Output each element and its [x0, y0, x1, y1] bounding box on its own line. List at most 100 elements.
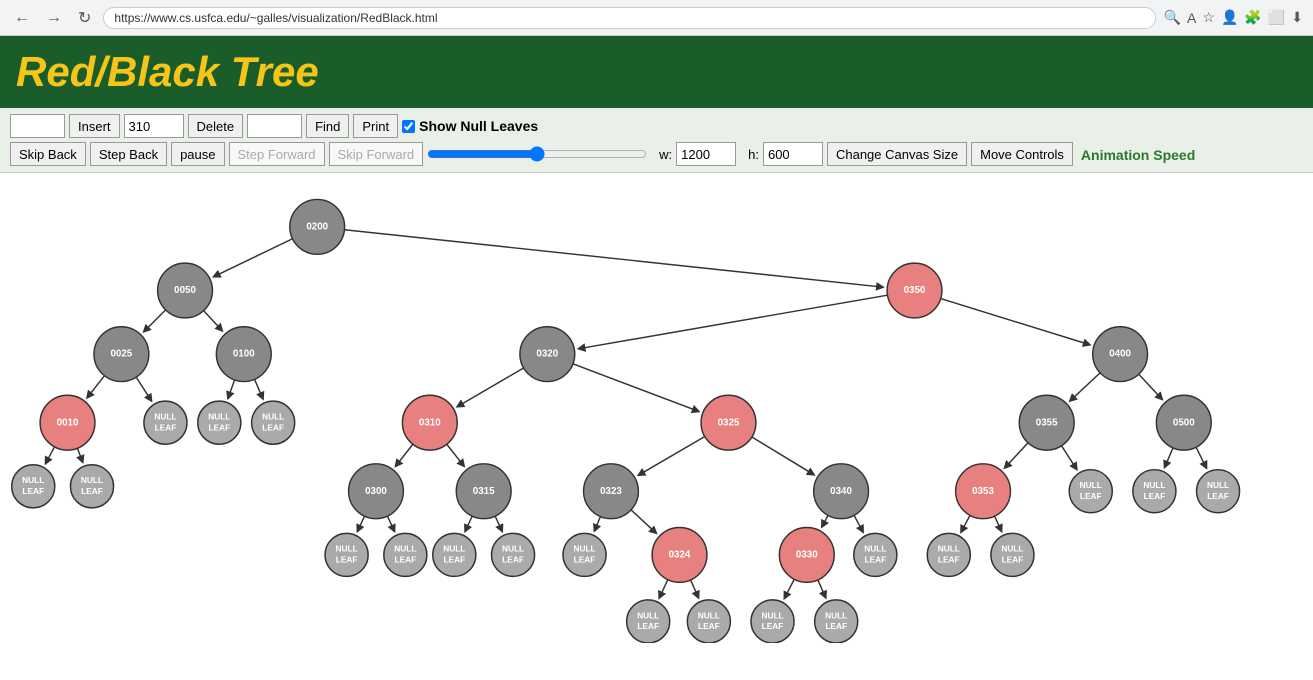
h-label: h:: [748, 147, 759, 162]
back-button[interactable]: ←: [10, 7, 34, 29]
tree-node-nNL340a[interactable]: NULLLEAF: [854, 533, 897, 576]
svg-text:LEAF: LEAF: [336, 554, 358, 564]
show-null-checkbox[interactable]: [402, 120, 415, 133]
svg-text:LEAF: LEAF: [698, 621, 720, 631]
svg-text:LEAF: LEAF: [81, 486, 103, 496]
tree-node-nNL315b[interactable]: NULLLEAF: [492, 533, 535, 576]
height-input[interactable]: [763, 142, 823, 166]
find-button[interactable]: Find: [306, 114, 349, 138]
svg-text:NULL: NULL: [336, 544, 358, 554]
tree-node-nNL324a[interactable]: NULLLEAF: [627, 600, 670, 643]
insert-button[interactable]: Insert: [69, 114, 120, 138]
tree-node-n310[interactable]: 0310: [402, 395, 457, 450]
svg-text:NULL: NULL: [761, 610, 783, 620]
svg-text:0400: 0400: [1109, 349, 1131, 360]
svg-text:LEAF: LEAF: [1002, 554, 1024, 564]
svg-text:LEAF: LEAF: [1144, 491, 1166, 501]
step-back-button[interactable]: Step Back: [90, 142, 167, 166]
svg-text:LEAF: LEAF: [208, 422, 230, 432]
tree-node-nNL353a[interactable]: NULLLEAF: [927, 533, 970, 576]
tree-node-nNL324b[interactable]: NULLLEAF: [687, 600, 730, 643]
svg-text:NULL: NULL: [573, 544, 595, 554]
svg-text:LEAF: LEAF: [443, 554, 465, 564]
svg-text:NULL: NULL: [864, 544, 886, 554]
tree-node-nNL10a[interactable]: NULLLEAF: [12, 465, 55, 508]
tree-node-nNL330b[interactable]: NULLLEAF: [815, 600, 858, 643]
svg-text:0200: 0200: [306, 221, 328, 232]
browser-icons: 🔍 A ☆ 👤 🧩 ⬜ ⬇: [1164, 9, 1303, 26]
svg-text:0300: 0300: [365, 486, 387, 497]
svg-text:0350: 0350: [904, 285, 926, 296]
svg-text:LEAF: LEAF: [938, 554, 960, 564]
tree-node-n10[interactable]: 0010: [40, 395, 95, 450]
step-forward-button[interactable]: Step Forward: [229, 142, 325, 166]
svg-text:LEAF: LEAF: [762, 621, 784, 631]
svg-text:NULL: NULL: [938, 544, 960, 554]
tree-node-n400[interactable]: 0400: [1093, 327, 1148, 382]
extension-icon: 🧩: [1244, 9, 1261, 26]
svg-text:0310: 0310: [419, 417, 441, 428]
tree-node-nNL330a[interactable]: NULLLEAF: [751, 600, 794, 643]
tree-node-n355[interactable]: 0355: [1019, 395, 1074, 450]
tree-node-nNL4[interactable]: NULLLEAF: [1069, 470, 1112, 513]
svg-text:0050: 0050: [174, 285, 196, 296]
tree-node-n324[interactable]: 0324: [652, 527, 707, 582]
move-controls-button[interactable]: Move Controls: [971, 142, 1073, 166]
delete-button[interactable]: Delete: [188, 114, 244, 138]
tree-node-n500[interactable]: 0500: [1156, 395, 1211, 450]
skip-forward-button[interactable]: Skip Forward: [329, 142, 424, 166]
url-bar[interactable]: [103, 7, 1155, 29]
tree-node-n330[interactable]: 0330: [779, 527, 834, 582]
svg-text:LEAF: LEAF: [864, 554, 886, 564]
tree-node-n200[interactable]: 0200: [290, 199, 345, 254]
tree-node-n340[interactable]: 0340: [814, 464, 869, 519]
tree-node-nNL353b[interactable]: NULLLEAF: [991, 533, 1034, 576]
svg-text:LEAF: LEAF: [262, 422, 284, 432]
skip-back-button[interactable]: Skip Back: [10, 142, 86, 166]
insert-input[interactable]: [10, 114, 65, 138]
forward-button[interactable]: →: [42, 7, 66, 29]
tree-node-n353[interactable]: 0353: [956, 464, 1011, 519]
speed-slider[interactable]: [427, 146, 647, 162]
tree-node-nNL323a[interactable]: NULLLEAF: [563, 533, 606, 576]
svg-text:NULL: NULL: [1207, 480, 1229, 490]
svg-text:NULL: NULL: [502, 544, 524, 554]
change-canvas-button[interactable]: Change Canvas Size: [827, 142, 967, 166]
zoom-icon: 🔍: [1164, 9, 1181, 26]
tree-node-nNL315a[interactable]: NULLLEAF: [433, 533, 476, 576]
svg-text:0324: 0324: [669, 549, 691, 560]
svg-text:NULL: NULL: [698, 610, 720, 620]
svg-text:NULL: NULL: [1143, 480, 1165, 490]
tree-node-n50[interactable]: 0050: [158, 263, 213, 318]
show-null-label[interactable]: Show Null Leaves: [402, 118, 538, 134]
tree-node-n323[interactable]: 0323: [584, 464, 639, 519]
pause-button[interactable]: pause: [171, 142, 224, 166]
tree-node-nNL300b[interactable]: NULLLEAF: [384, 533, 427, 576]
svg-text:LEAF: LEAF: [502, 554, 524, 564]
svg-text:NULL: NULL: [825, 610, 847, 620]
tree-node-nNL10b[interactable]: NULLLEAF: [70, 465, 113, 508]
tree-node-n315[interactable]: 0315: [456, 464, 511, 519]
svg-text:0315: 0315: [473, 486, 495, 497]
width-input[interactable]: [676, 142, 736, 166]
svg-text:LEAF: LEAF: [637, 621, 659, 631]
svg-text:0025: 0025: [111, 349, 133, 360]
tree-node-nNL1[interactable]: NULLLEAF: [144, 401, 187, 444]
print-button[interactable]: Print: [353, 114, 398, 138]
tree-node-n325[interactable]: 0325: [701, 395, 756, 450]
tree-node-nNL6[interactable]: NULLLEAF: [1197, 470, 1240, 513]
refresh-button[interactable]: ↻: [74, 6, 95, 30]
find-input[interactable]: [247, 114, 302, 138]
svg-text:0323: 0323: [600, 486, 622, 497]
tree-node-n320[interactable]: 0320: [520, 327, 575, 382]
delete-input[interactable]: [124, 114, 184, 138]
tree-node-n100[interactable]: 0100: [216, 327, 271, 382]
tree-node-n300[interactable]: 0300: [349, 464, 404, 519]
tree-node-nNL300a[interactable]: NULLLEAF: [325, 533, 368, 576]
tree-node-n25[interactable]: 0025: [94, 327, 149, 382]
profile-icon: 👤: [1221, 9, 1238, 26]
tree-node-nNL5[interactable]: NULLLEAF: [1133, 470, 1176, 513]
tree-node-n350[interactable]: 0350: [887, 263, 942, 318]
tree-node-nNL3[interactable]: NULLLEAF: [252, 401, 295, 444]
tree-node-nNL2[interactable]: NULLLEAF: [198, 401, 241, 444]
